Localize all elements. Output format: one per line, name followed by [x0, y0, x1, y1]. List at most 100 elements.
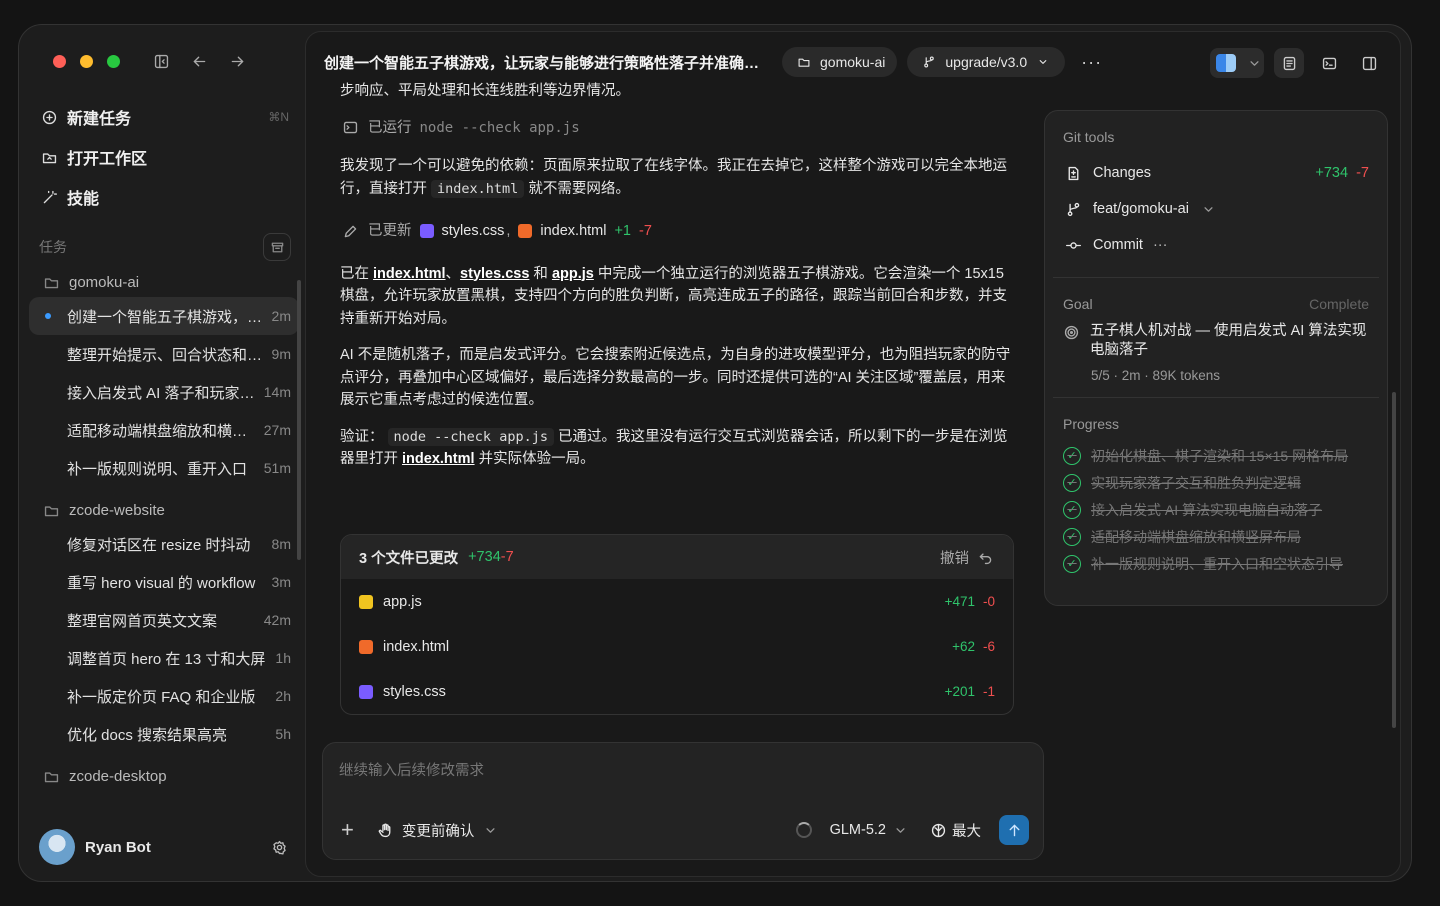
file-link[interactable]: styles.css [460, 266, 529, 282]
changed-file-row[interactable]: styles.css +201 -1 [341, 669, 1013, 714]
changes-label: Changes [1093, 165, 1152, 181]
main-scrollbar[interactable] [1392, 392, 1396, 728]
ran-command-line[interactable]: 已运行 node --check app.js [340, 117, 1016, 140]
terminal-button[interactable] [1314, 48, 1344, 78]
file-link[interactable]: app.js [552, 266, 594, 282]
lines-added: +471 [944, 594, 975, 609]
task-item[interactable]: 重写 hero visual 的 workflow 3m [29, 563, 299, 601]
task-name: 重写 hero visual 的 workflow [67, 574, 256, 592]
task-list[interactable]: gomoku-ai 创建一个智能五子棋游戏，让玩家与能够进行策略性落子 2m 整理… [29, 265, 299, 805]
commit-row[interactable]: Commit ··· [1063, 227, 1369, 263]
project-chip-label: gomoku-ai [820, 54, 886, 70]
task-item[interactable]: 接入启发式 AI 落子和玩家对战 14m [29, 373, 299, 411]
text-span: 和 [533, 265, 548, 282]
project-group-zcode-website[interactable]: zcode-website [29, 495, 299, 525]
updated-files-line[interactable]: 已更新 styles.css , index.html +1 -7 [340, 220, 1016, 243]
task-time: 14m [263, 384, 291, 400]
lines-added: +201 [944, 684, 975, 699]
progress-item: ✓ 补一版规则说明、重开入口和空状态引导 [1063, 550, 1369, 577]
task-item[interactable]: 补一版规则说明、重开入口 51m [29, 449, 299, 487]
model-selector[interactable]: GLM-5.2 [830, 820, 910, 840]
updated-file[interactable]: index.html [540, 220, 606, 243]
updated-label: 已更新 [368, 223, 412, 239]
branch-chip-label: upgrade/v3.0 [945, 54, 1028, 70]
task-item[interactable]: 整理官网首页英文文案 42m [29, 601, 299, 639]
text-span: 并实际体验一局。 [478, 451, 595, 467]
file-link[interactable]: index.html [402, 451, 475, 467]
task-item-active[interactable]: 创建一个智能五子棋游戏，让玩家与能够进行策略性落子 2m [29, 297, 299, 335]
project-group-gomoku-ai[interactable]: gomoku-ai [29, 267, 299, 297]
changes-row[interactable]: Changes +734 -7 [1063, 155, 1369, 191]
document-icon [1279, 53, 1299, 73]
open-workspace-button[interactable]: 打开工作区 [39, 137, 289, 177]
task-item[interactable]: 优化 docs 搜索结果高亮 5h [29, 715, 299, 753]
back-arrow-icon[interactable] [189, 51, 209, 71]
attach-button[interactable]: + [341, 817, 354, 843]
changes-counts: +734 -7 [1315, 165, 1369, 181]
file-name: styles.css [383, 683, 446, 700]
task-item[interactable]: 补一版定价页 FAQ 和企业版 2h [29, 677, 299, 715]
goal-text: 五子棋人机对战 — 使用启发式 AI 算法实现电脑落子 [1090, 323, 1367, 358]
window-controls [53, 55, 120, 68]
progress-section: Progress ✓ 初始化棋盘、棋子渲染和 15×15 网格布局 ✓ 实现玩家落子… [1045, 398, 1387, 577]
file-link[interactable]: index.html [373, 266, 446, 282]
close-window-button[interactable] [53, 55, 66, 68]
task-name: 修复对话区在 resize 时抖动 [67, 536, 251, 554]
undo-button[interactable]: 撤销 [940, 547, 995, 568]
progress-item: ✓ 初始化棋盘、棋子渲染和 15×15 网格布局 [1063, 442, 1369, 469]
updated-file[interactable]: styles.css [442, 220, 505, 243]
lines-added: +734 [468, 549, 501, 565]
task-item[interactable]: 调整首页 hero 在 13 寸和大屏 1h [29, 639, 299, 677]
ran-command: node --check app.js [419, 119, 580, 136]
goal-section: Goal Complete 五子棋人机对战 — 使用启发式 AI 算法实现电脑落子… [1045, 278, 1387, 383]
composer-input[interactable]: 继续输入后续修改需求 [339, 759, 484, 780]
archive-button[interactable] [263, 233, 291, 261]
user-profile[interactable]: Ryan Bot [39, 829, 289, 865]
right-panel-toggle-button[interactable] [1354, 48, 1384, 78]
open-workspace-label: 打开工作区 [67, 151, 148, 168]
document-view-button[interactable] [1274, 48, 1304, 78]
topbar-actions [1210, 48, 1384, 78]
task-item[interactable]: 整理开始提示、回合状态和胜负提示 9m [29, 335, 299, 373]
message-paragraph: 步响应、平局处理和长连线胜利等边界情况。 [340, 83, 630, 99]
composer-right-controls: GLM-5.2 最大 [795, 815, 1029, 845]
changed-file-row[interactable]: app.js +471 -0 [341, 579, 1013, 624]
task-item[interactable]: 适配移动端棋盘缩放和横竖屏 27m [29, 411, 299, 449]
message-composer[interactable]: 继续输入后续修改需求 + 变更前确认 GLM-5.2 最大 [322, 742, 1044, 860]
avatar[interactable] [39, 829, 75, 865]
project-group-zcode-desktop[interactable]: zcode-desktop [29, 761, 299, 791]
git-branch-icon [1063, 199, 1083, 219]
open-in-finder-button[interactable] [1210, 48, 1264, 78]
goal-meta: 5/5 · 2m · 89K tokens [1091, 368, 1221, 383]
chat-transcript[interactable]: 步响应、平局处理和长连线胜利等边界情况。 已运行 node --check ap… [340, 83, 1016, 485]
separator: , [506, 223, 511, 239]
confirm-mode-selector[interactable]: 变更前确认 [376, 820, 501, 841]
new-task-shortcut: ⌘N [268, 110, 289, 124]
zoom-window-button[interactable] [107, 55, 120, 68]
section-title: Progress [1063, 416, 1120, 432]
more-options-button[interactable]: ··· [1081, 52, 1102, 73]
forward-arrow-icon[interactable] [227, 51, 247, 71]
branch-chip[interactable]: upgrade/v3.0 [907, 47, 1066, 77]
chevron-down-icon [480, 820, 500, 840]
chevron-down-icon [1033, 52, 1053, 72]
skills-button[interactable]: 技能 [39, 177, 289, 217]
new-task-button[interactable]: 新建任务 ⌘N [39, 97, 289, 137]
sidebar-scrollbar[interactable] [297, 280, 301, 560]
project-chip[interactable]: gomoku-ai [782, 47, 898, 77]
effort-label: 最大 [952, 823, 981, 840]
project-name: gomoku-ai [69, 273, 140, 291]
sidebar-toggle-icon[interactable] [151, 51, 171, 71]
commit-more-button[interactable]: ··· [1153, 237, 1168, 253]
minimize-window-button[interactable] [80, 55, 93, 68]
branch-row[interactable]: feat/gomoku-ai [1063, 191, 1369, 227]
gear-icon[interactable] [269, 837, 289, 857]
sidebar-nav: 新建任务 ⌘N 打开工作区 技能 [39, 97, 289, 217]
task-item[interactable]: 修复对话区在 resize 时抖动 8m [29, 525, 299, 563]
progress-text: 初始化棋盘、棋子渲染和 15×15 网格布局 [1091, 447, 1349, 464]
effort-selector[interactable]: 最大 [928, 820, 981, 841]
user-name: Ryan Bot [85, 838, 151, 856]
send-button[interactable] [999, 815, 1029, 845]
progress-text: 实现玩家落子交互和胜负判定逻辑 [1091, 474, 1301, 491]
changed-file-row[interactable]: index.html +62 -6 [341, 624, 1013, 669]
